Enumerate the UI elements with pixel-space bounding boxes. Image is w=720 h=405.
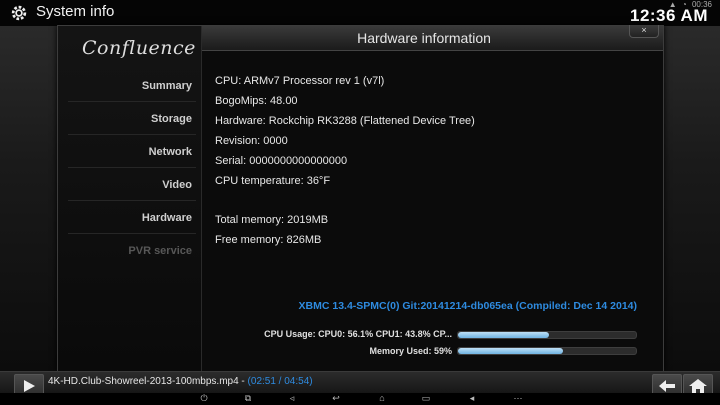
nav-home-icon[interactable]: ⌂ xyxy=(376,393,388,404)
info-hardware: Hardware: Rockchip RK3288 (Flattened Dev… xyxy=(215,115,475,127)
panel-header: Hardware information xyxy=(202,26,663,51)
play-icon xyxy=(24,380,35,392)
sidebar-item-pvr-service: PVR service xyxy=(128,245,192,257)
info-cpu-temperature: CPU temperature: 36°F xyxy=(215,175,331,187)
cpu-usage-fill xyxy=(458,332,549,338)
menu-divider xyxy=(68,134,196,135)
gear-icon xyxy=(11,5,27,21)
cpu-usage-bar xyxy=(457,331,637,339)
menu-divider xyxy=(68,101,196,102)
sidebar-item-hardware[interactable]: Hardware xyxy=(62,212,192,224)
clock: 12:36 AM xyxy=(629,6,708,25)
cpu-usage-label: CPU Usage: CPU0: 56.1% CPU1: 43.8% CP... xyxy=(264,329,452,339)
info-panel: Hardware information × CPU: ARMv7 Proces… xyxy=(202,25,663,371)
menu-divider xyxy=(68,200,196,201)
window-title: System info xyxy=(36,3,115,20)
sidebar-item-video[interactable]: Video xyxy=(62,179,192,191)
menu-icon[interactable]: ⋯ xyxy=(512,393,524,404)
panel-title: Hardware information xyxy=(357,30,491,46)
sidebar: Confluence Summary Storage Network Video… xyxy=(58,26,202,371)
sidebar-item-summary[interactable]: Summary xyxy=(62,80,192,92)
power-icon[interactable]: ⏻ xyxy=(198,393,210,404)
confluence-logo: Confluence xyxy=(82,37,196,59)
now-playing-time: (02:51 / 04:54) xyxy=(247,376,313,387)
screenshot-icon[interactable]: ⧉ xyxy=(242,393,254,404)
nav-back-icon[interactable]: ↩ xyxy=(330,393,342,404)
system-info-dialog: Confluence Summary Storage Network Video… xyxy=(57,25,664,372)
volume-down-icon[interactable]: ◃ xyxy=(286,393,298,404)
info-bogomips: BogoMips: 48.00 xyxy=(215,95,298,107)
sidebar-item-storage[interactable]: Storage xyxy=(62,113,192,125)
info-free-memory: Free memory: 826MB xyxy=(215,234,322,246)
info-total-memory: Total memory: 2019MB xyxy=(215,214,329,226)
recent-apps-icon[interactable]: ▭ xyxy=(420,393,432,404)
sidebar-item-network[interactable]: Network xyxy=(62,146,192,158)
info-cpu: CPU: ARMv7 Processor rev 1 (v7l) xyxy=(215,75,385,87)
version-text: XBMC 13.4-SPMC(0) Git:20141214-db065ea (… xyxy=(298,300,637,312)
system-nav-bar xyxy=(0,393,720,405)
now-playing-file: 4K-HD.Club-Showreel-2013-100mbps.mp4 xyxy=(48,376,239,387)
memory-used-label: Memory Used: 59% xyxy=(369,346,452,356)
info-revision: Revision: 0000 xyxy=(215,135,288,147)
now-playing-text: 4K-HD.Club-Showreel-2013-100mbps.mp4 - (… xyxy=(48,376,313,387)
info-serial: Serial: 0000000000000000 xyxy=(215,155,348,167)
menu-divider xyxy=(68,167,196,168)
now-playing-separator: - xyxy=(238,376,248,387)
memory-used-bar xyxy=(457,347,637,355)
close-button[interactable]: × xyxy=(629,25,659,38)
menu-divider xyxy=(68,233,196,234)
volume-up-icon[interactable]: ◂ xyxy=(466,393,478,404)
top-bar: System info ▲ ◔ 00:36 12:36 AM xyxy=(0,0,720,26)
memory-used-fill xyxy=(458,348,564,354)
